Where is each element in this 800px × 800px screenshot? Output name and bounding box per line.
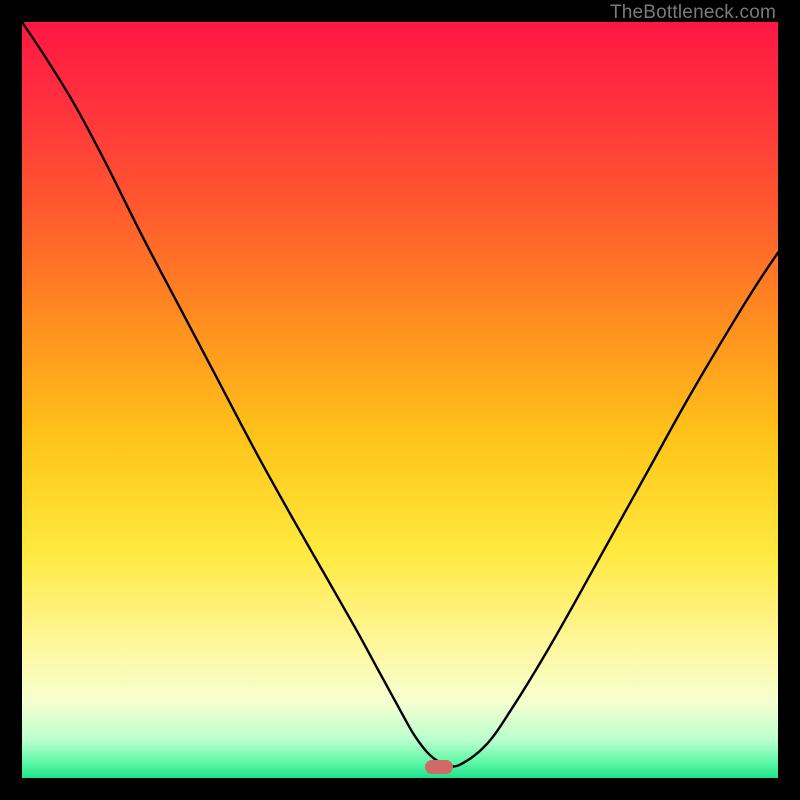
- bottleneck-curve: [22, 22, 778, 778]
- plot-area: [22, 22, 778, 778]
- watermark-text: TheBottleneck.com: [610, 2, 776, 24]
- chart-frame: TheBottleneck.com: [0, 0, 800, 800]
- minimum-marker: [425, 760, 453, 774]
